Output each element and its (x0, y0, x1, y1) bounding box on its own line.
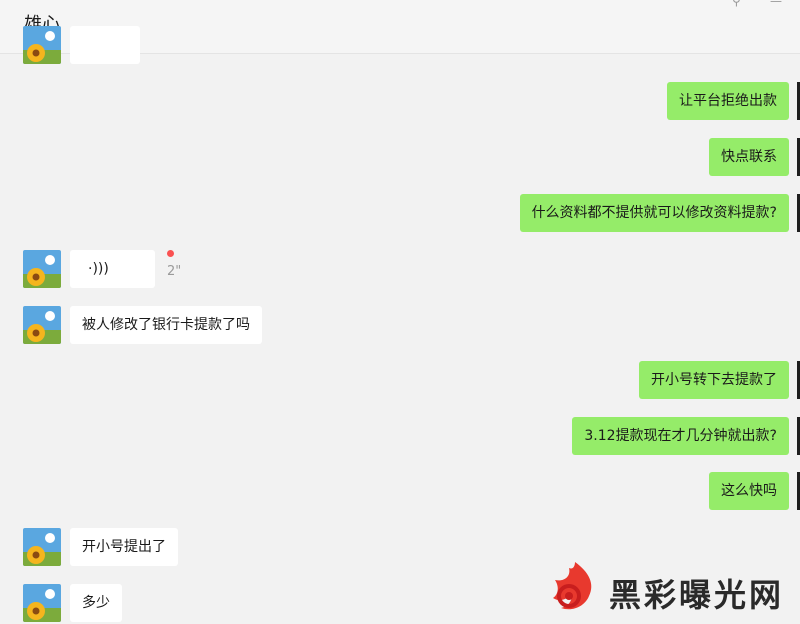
contact-avatar[interactable] (23, 584, 61, 622)
watermark-text: 黑彩曝光网 (609, 576, 785, 614)
message-text: 多少 (82, 595, 110, 611)
message-text: 快点联系 (721, 149, 777, 165)
contact-avatar[interactable] (23, 250, 61, 288)
message-text: 开小号转下去提款了 (651, 372, 777, 388)
message-bubble-received[interactable] (70, 26, 140, 64)
watermark: 黑彩曝光网 (545, 558, 795, 624)
message-bubble-received[interactable]: 被人修改了银行卡提款了吗 (70, 306, 262, 344)
message-bubble-sent[interactable]: 这么快吗 (709, 472, 789, 510)
message-bubble-sent[interactable]: 3.12提款现在才几分钟就出款? (572, 417, 789, 455)
message-text: 什么资料都不提供就可以修改资料提款? (531, 205, 777, 221)
message-bubble-sent[interactable]: 开小号转下去提款了 (639, 361, 789, 399)
message-text: 让平台拒绝出款 (679, 93, 777, 109)
voice-duration: 2" (167, 264, 182, 279)
message-bubble-sent[interactable]: 让平台拒绝出款 (667, 82, 789, 120)
message-text: 这么快吗 (721, 483, 777, 499)
contact-avatar[interactable] (23, 306, 61, 344)
unread-dot (167, 250, 174, 257)
minimize-icon[interactable]: — (770, 0, 782, 8)
message-bubble-sent[interactable]: 什么资料都不提供就可以修改资料提款? (519, 194, 789, 232)
message-text: 被人修改了银行卡提款了吗 (82, 317, 250, 333)
contact-avatar[interactable] (23, 26, 61, 64)
message-bubble-sent[interactable]: 快点联系 (709, 138, 789, 176)
message-bubble-received[interactable]: 多少 (70, 584, 122, 622)
message-text: 开小号提出了 (82, 539, 166, 555)
contact-avatar[interactable] (23, 528, 61, 566)
pin-icon[interactable]: ⚲ (732, 0, 741, 8)
message-bubble-received[interactable]: 开小号提出了 (70, 528, 178, 566)
flame-logo-icon (553, 562, 592, 610)
message-text: 3.12提款现在才几分钟就出款? (584, 428, 777, 444)
voice-message-bubble[interactable]: ·))) (70, 250, 155, 288)
voice-wave-icon: ·))) (88, 261, 109, 277)
